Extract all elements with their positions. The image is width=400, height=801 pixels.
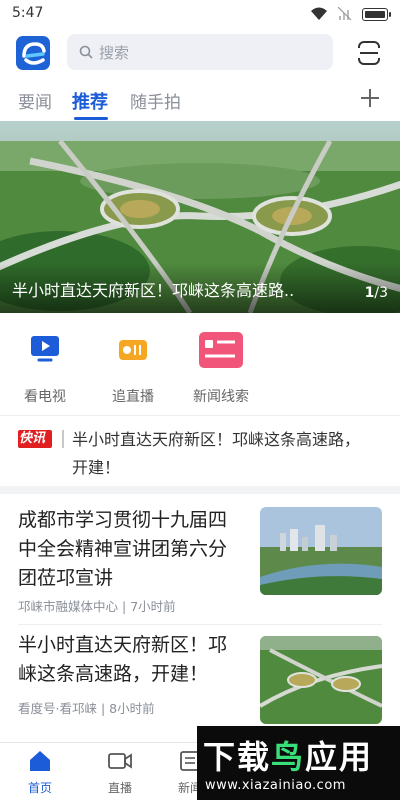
quick-link-tv[interactable]: 看电视 [5,330,85,406]
banner-caption: 半小时直达天府新区！邛崃这条高速路.. 1/3 [0,263,400,313]
watermark: 下载鸟应用 www.xiazainiao.com [197,726,400,800]
city-river-photo [260,507,382,595]
quick-link-news-tip[interactable]: 新闻线索 [181,330,261,406]
quick-link-label: 看电视 [24,389,66,405]
channel-tabs: 要闻 推荐 随手拍 [0,80,400,120]
video-icon [108,753,132,769]
quick-links: 看电视 追直播 新闻线索 [0,322,400,410]
tv-icon [31,336,59,362]
highway-interchange-photo [260,636,382,724]
tab-yaowen[interactable]: 要闻 [18,88,52,113]
banner-carousel[interactable]: 半小时直达天府新区！邛崃这条高速路.. 1/3 [0,121,400,313]
nav-label: 首页 [27,781,52,795]
search-input[interactable]: 搜索 [67,34,333,70]
nav-label: 直播 [107,781,132,795]
flash-badge-label: 快讯 [19,431,46,446]
flash-news[interactable]: 快讯 半小时直达天府新区！邛崃这条高速路， 开建！ [0,416,400,486]
watermark-title: 下载鸟应用 [203,738,374,776]
flash-separator [62,430,64,448]
app-logo[interactable] [16,36,50,70]
news-title: 成都市学习贯彻十九届四中全会精神宣讲团第六分团莅邛宣讲 [18,509,228,589]
live-radio-icon [119,340,147,360]
search-icon [79,45,93,59]
banner-page-indicator: 1/3 [364,285,388,301]
quick-link-label: 追直播 [112,389,154,405]
status-icons [310,7,391,21]
news-meta: 邛崃市融媒体中心 | 7小时前 [18,599,176,614]
app-header: 搜索 [0,28,400,76]
list-item[interactable]: 半小时直达天府新区！邛崃这条高速路，开建！ 看度号·看邛崃 | 8小时前 [0,625,400,735]
flash-text: 半小时直达天府新区！邛崃这条高速路， [72,430,361,449]
menu-icon[interactable] [354,38,384,68]
home-icon [30,751,50,771]
quick-link-live[interactable]: 追直播 [93,330,173,406]
banner-title: 半小时直达天府新区！邛崃这条高速路.. [12,281,295,300]
nav-home[interactable]: 首页 [10,749,70,796]
tab-suishoupai[interactable]: 随手拍 [130,88,181,113]
news-title: 半小时直达天府新区！邛崃这条高速路，开建！ [18,634,228,685]
add-channel-icon[interactable] [358,86,382,110]
wifi-icon [311,7,327,20]
status-time: 5:47 [12,5,44,21]
flash-text-continued: 开建！ [72,458,121,477]
watermark-url: www.xiazainiao.com [205,778,346,793]
news-meta: 看度号·看邛崃 | 8小时前 [18,701,155,716]
news-tip-icon [199,332,243,368]
battery-icon [362,7,391,21]
nav-live[interactable]: 直播 [90,749,150,796]
list-item[interactable]: 成都市学习贯彻十九届四中全会精神宣讲团第六分团莅邛宣讲 邛崃市融媒体中心 | 7… [0,494,400,624]
search-placeholder: 搜索 [99,43,130,62]
quick-link-label: 新闻线索 [193,389,249,405]
tab-tuijian[interactable]: 推荐 [72,88,108,114]
active-tab-indicator [74,117,108,120]
no-signal-icon [338,7,352,21]
section-gap [0,486,400,494]
status-bar: 5:47 [0,0,400,28]
